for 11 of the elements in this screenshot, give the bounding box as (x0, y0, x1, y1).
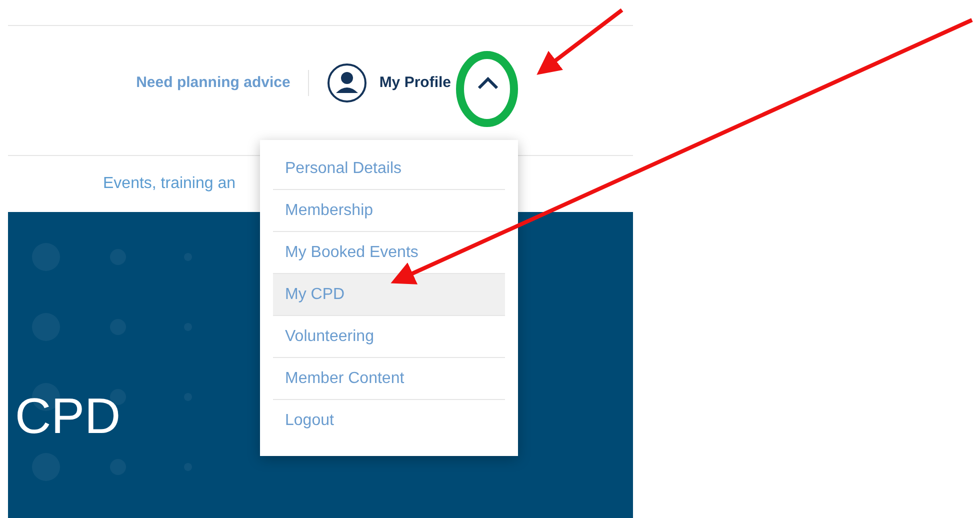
profile-button[interactable]: My Profile (327, 62, 499, 102)
menu-item[interactable]: Logout (273, 400, 505, 441)
menu-item[interactable]: Volunteering (273, 316, 505, 358)
menu-item[interactable]: Member Content (273, 358, 505, 400)
menu-item[interactable]: Membership (273, 190, 505, 232)
menu-item[interactable]: My CPD (273, 274, 505, 316)
planning-advice-link[interactable]: Need planning advice (136, 70, 310, 96)
user-icon (327, 62, 368, 102)
banner-title: CPD (15, 387, 121, 445)
menu-item[interactable]: Personal Details (273, 148, 505, 190)
nav-link[interactable]: Events, training an (103, 175, 236, 193)
